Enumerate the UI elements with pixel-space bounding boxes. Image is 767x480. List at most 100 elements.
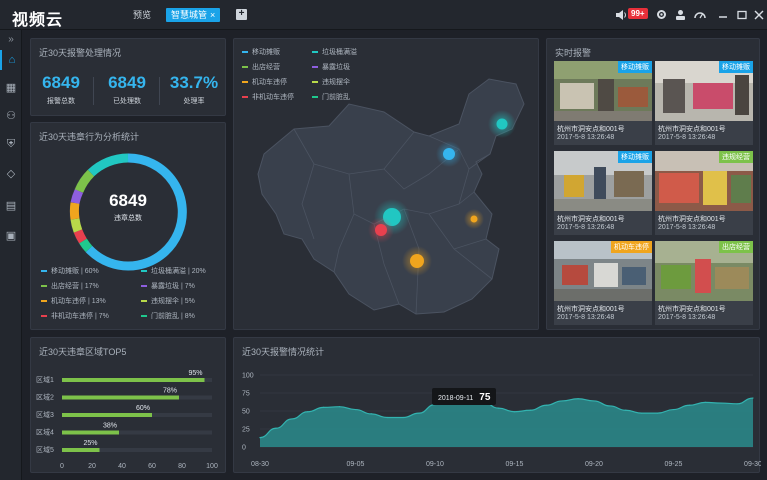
data-point bbox=[752, 397, 754, 399]
user-icon[interactable] bbox=[675, 9, 686, 20]
stat-total: 6849 报警总数 bbox=[39, 73, 83, 106]
trend-title: 近30天报警情况统计 bbox=[242, 347, 325, 357]
alarm-card[interactable]: 移动摊贩 杭州市洞安点和001号 2017-5-8 13:26:48 bbox=[554, 61, 652, 145]
alarm-address: 杭州市洞安点和001号 bbox=[557, 126, 625, 133]
close-icon[interactable] bbox=[754, 10, 764, 20]
data-point bbox=[402, 416, 404, 419]
data-point bbox=[513, 411, 516, 413]
legend-label: 机动车违停 | 13% bbox=[51, 298, 106, 305]
alarms-panel: 实时报警 移动摊贩 杭州市洞安点和001号 2017-5-8 13:26:48 … bbox=[546, 38, 760, 330]
alarm-card[interactable]: 机动车违停 杭州市洞安点和001号 2017-5-8 13:26:48 bbox=[554, 241, 652, 325]
map-hotspot[interactable] bbox=[410, 254, 424, 268]
bar-value-label: 95% bbox=[188, 370, 202, 377]
area-fill bbox=[260, 393, 753, 447]
legend-swatch bbox=[242, 51, 248, 54]
alarm-card[interactable]: 移动摊贩 杭州市洞安点和001号 2017-5-8 13:26:48 bbox=[554, 151, 652, 235]
maximize-icon[interactable] bbox=[737, 10, 747, 20]
x-tick-label: 09-05 bbox=[346, 461, 364, 468]
legend-item[interactable]: 移动摊贩 bbox=[242, 47, 280, 57]
data-point bbox=[688, 404, 690, 406]
legend-item: 移动摊贩 | 60% bbox=[41, 266, 99, 276]
legend-item[interactable]: 垃圾桶满溢 bbox=[312, 47, 357, 57]
sidebar-toggle-icon[interactable]: » bbox=[0, 30, 22, 50]
legend-label: 出店经营 | 17% bbox=[51, 283, 99, 290]
person-scan-icon[interactable]: ⚇ bbox=[0, 106, 22, 126]
tab-preview[interactable]: 预览 bbox=[128, 8, 156, 22]
legend-item[interactable]: 暴露垃圾 bbox=[312, 62, 350, 72]
chart-icon[interactable]: ▤ bbox=[0, 196, 22, 216]
legend-label: 门前脏乱 | 8% bbox=[151, 313, 195, 320]
data-point bbox=[259, 437, 261, 439]
legend-label: 移动摊贩 | 60% bbox=[51, 268, 99, 275]
bar-category-label: 区域1 bbox=[36, 375, 54, 384]
legend-swatch bbox=[242, 81, 248, 84]
legend-item: 非机动车违停 | 7% bbox=[41, 311, 109, 321]
legend-swatch bbox=[141, 270, 147, 273]
map-hotspot[interactable] bbox=[496, 118, 508, 130]
bar bbox=[62, 378, 205, 382]
alarm-card[interactable]: 出店经营 杭州市洞安点和001号 2017-5-8 13:26:48 bbox=[655, 241, 753, 325]
legend-swatch bbox=[41, 270, 47, 273]
notification-badge[interactable]: 99+ bbox=[628, 8, 648, 19]
data-point bbox=[656, 412, 659, 414]
data-point bbox=[720, 402, 722, 404]
data-point bbox=[609, 405, 611, 407]
donut-segment-mobile-vendor bbox=[85, 153, 187, 271]
alarm-tag: 移动摊贩 bbox=[719, 61, 753, 73]
alarm-time: 2017-5-8 13:26:48 bbox=[658, 314, 716, 321]
data-point bbox=[275, 427, 277, 429]
legend-swatch bbox=[41, 300, 47, 303]
x-tick-label: 20 bbox=[88, 463, 96, 470]
alarm-card[interactable]: 移动摊贩 杭州市洞安点和001号 2017-5-8 13:26:48 bbox=[655, 61, 753, 145]
card-icon[interactable]: ▣ bbox=[0, 226, 22, 246]
legend-swatch bbox=[312, 51, 318, 54]
stat-handled: 6849 已处理数 bbox=[105, 73, 149, 106]
legend-item: 机动车违停 | 13% bbox=[41, 296, 106, 306]
x-tick-label: 09-20 bbox=[585, 461, 603, 468]
legend-item: 违规摆伞 | 5% bbox=[141, 296, 195, 306]
data-point bbox=[386, 416, 388, 419]
data-point bbox=[529, 409, 531, 411]
trend-area-chart[interactable]: 0 25 50 75 100 08-30 09-05 09-10 09-15 09-20 09-25… bbox=[234, 358, 761, 474]
bar-category-label: 区域2 bbox=[36, 393, 54, 402]
close-tab-icon[interactable]: × bbox=[210, 10, 215, 20]
stat-rate-label: 处理率 bbox=[183, 98, 205, 105]
alarm-address: 杭州市洞安点和001号 bbox=[658, 126, 726, 133]
legend-label: 垃圾桶满溢 | 20% bbox=[151, 268, 206, 275]
x-tick-label: 08-30 bbox=[251, 461, 269, 468]
map-hotspot[interactable] bbox=[443, 148, 455, 160]
gear-icon[interactable] bbox=[656, 9, 667, 20]
alarm-card[interactable]: 违规经营 杭州市洞安点和001号 2017-5-8 13:26:48 bbox=[655, 151, 753, 235]
map-hotspot[interactable] bbox=[375, 224, 387, 236]
shield-icon[interactable]: ⛨ bbox=[0, 134, 22, 154]
top5-panel: 近30天违章区域TOP5 区域1 95% 区域2 78% 区域3 60% 区域4 38% 区域5… bbox=[30, 337, 226, 473]
data-point bbox=[704, 401, 706, 403]
legend-label: 出店经营 bbox=[252, 64, 280, 71]
data-point bbox=[641, 412, 643, 414]
x-tick-label: 40 bbox=[118, 463, 126, 470]
speaker-icon[interactable] bbox=[615, 9, 627, 21]
china-map[interactable] bbox=[254, 74, 534, 324]
y-tick-label: 100 bbox=[242, 373, 254, 380]
tab-smart-city[interactable]: 智慧城管 × bbox=[166, 8, 221, 22]
add-tab-button[interactable]: + bbox=[236, 9, 247, 20]
top-bar: 视频云 预览 智慧城管 × + 99+ bbox=[0, 0, 767, 30]
tooltip-value: 75 bbox=[479, 392, 491, 403]
alarm-tag: 移动摊贩 bbox=[618, 151, 652, 163]
x-tick-label: 09-25 bbox=[665, 461, 683, 468]
data-point bbox=[354, 408, 357, 411]
calendar-icon[interactable]: ▦ bbox=[0, 78, 22, 98]
violation-donut-chart bbox=[69, 153, 187, 271]
minimize-icon[interactable] bbox=[718, 10, 728, 20]
legend-swatch bbox=[141, 300, 147, 303]
summary-panel: 近30天报警处理情况 6849 报警总数 6849 已处理数 33.7% 处理率 bbox=[30, 38, 226, 116]
map-icon[interactable]: ◇ bbox=[0, 164, 22, 184]
dashboard-icon[interactable] bbox=[694, 9, 706, 20]
legend-label: 垃圾桶满溢 bbox=[322, 49, 357, 56]
alarm-address: 杭州市洞安点和001号 bbox=[658, 306, 726, 313]
legend-item[interactable]: 出店经营 bbox=[242, 62, 280, 72]
map-hotspot[interactable] bbox=[470, 215, 478, 223]
trend-panel: 近30天报警情况统计 0 25 50 75 100 08-30 09-05 09-10 09-1… bbox=[233, 337, 761, 474]
home-icon[interactable]: ⌂ bbox=[0, 50, 22, 70]
y-tick-label: 75 bbox=[242, 391, 250, 398]
